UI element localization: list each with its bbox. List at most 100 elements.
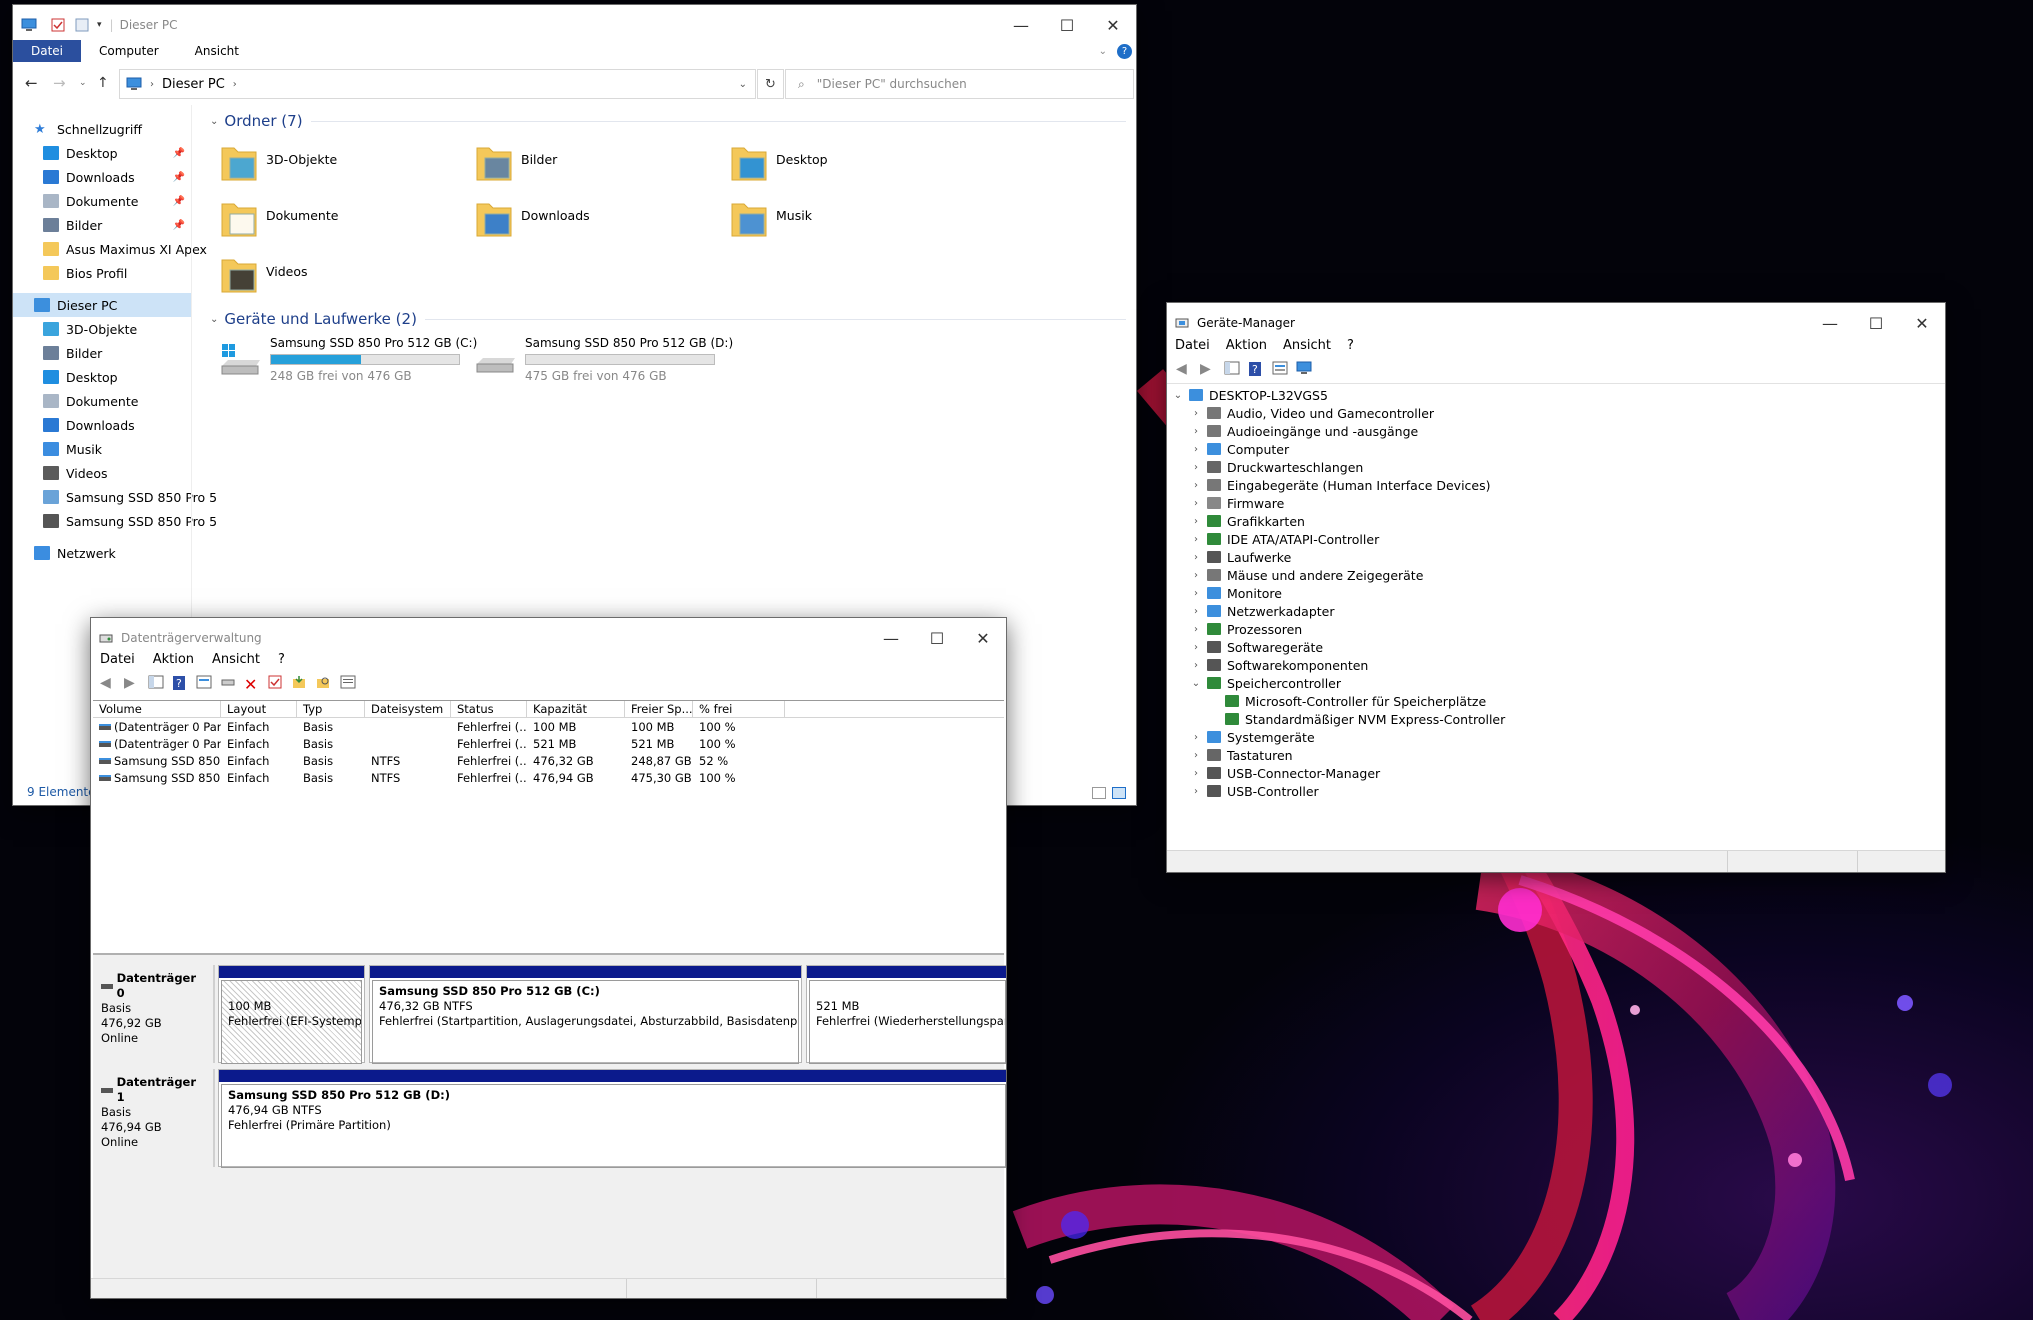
chevron-right-icon[interactable]: › (1189, 516, 1203, 527)
chevron-right-icon[interactable]: › (1189, 732, 1203, 743)
check-icon[interactable] (268, 675, 286, 691)
sidebar-item[interactable]: Netzwerk (13, 541, 191, 565)
sidebar-item[interactable]: ★ Schnellzugriff (13, 117, 191, 141)
column-header[interactable]: Kapazität (527, 700, 625, 718)
forward-icon[interactable]: ▶ (124, 675, 142, 691)
sidebar-item[interactable]: Asus Maximus XI Apex (13, 237, 207, 261)
refresh-button[interactable]: ↻ (757, 69, 784, 99)
list-view-icon[interactable] (340, 675, 358, 691)
chevron-right-icon[interactable]: › (1189, 624, 1203, 635)
pin-icon[interactable]: 📌 (173, 196, 185, 207)
expand-ribbon-icon[interactable]: ⌄ (1099, 46, 1107, 57)
sidebar-item[interactable]: Desktop 📌 (13, 141, 191, 165)
sidebar-item[interactable]: Dokumente 📌 (13, 189, 191, 213)
tree-node[interactable]: › Tastaturen (1167, 746, 1945, 764)
tab-computer[interactable]: Computer (81, 40, 177, 62)
folders-group-header[interactable]: ⌄ Ordner (7) (210, 112, 1126, 130)
chevron-right-icon[interactable]: › (1189, 642, 1203, 653)
chevron-down-icon[interactable]: ⌄ (1189, 678, 1203, 689)
back-icon[interactable]: ← (25, 74, 38, 92)
chevron-right-icon[interactable]: › (1189, 588, 1203, 599)
chevron-right-icon[interactable]: › (1189, 750, 1203, 761)
folder-tile[interactable]: Bilder (475, 140, 557, 182)
tree-node[interactable]: ⌄ Speichercontroller (1167, 674, 1945, 692)
folder-tile[interactable]: Desktop (730, 140, 828, 182)
sidebar-item[interactable]: Videos (13, 461, 191, 485)
tree-node[interactable]: › Laufwerke (1167, 548, 1945, 566)
properties-icon[interactable] (196, 675, 214, 691)
partition-block[interactable]: 100 MBFehlerfrei (EFI-Systempart (218, 965, 365, 1064)
sidebar-item[interactable]: Samsung SSD 850 Pro 5 (13, 485, 217, 509)
import-icon[interactable] (292, 675, 310, 691)
tree-node[interactable]: › Mäuse und andere Zeigegeräte (1167, 566, 1945, 584)
chevron-right-icon[interactable]: › (1189, 480, 1203, 491)
properties-icon[interactable] (1272, 361, 1290, 377)
tree-node[interactable]: › Firmware (1167, 494, 1945, 512)
menu-aktion[interactable]: Aktion (144, 652, 203, 667)
tree-node[interactable]: › Softwarekomponenten (1167, 656, 1945, 674)
pin-icon[interactable]: 📌 (173, 148, 185, 159)
drive-tile[interactable]: Samsung SSD 850 Pro 512 GB (D:) 475 GB fr… (475, 336, 733, 383)
help-icon[interactable]: ? (1117, 43, 1132, 59)
chevron-right-icon[interactable]: › (1189, 660, 1203, 671)
chevron-right-icon[interactable]: › (1189, 534, 1203, 545)
show-hide-console-tree-icon[interactable] (1224, 361, 1242, 377)
chevron-right-icon[interactable]: › (1189, 552, 1203, 563)
tab-ansicht[interactable]: Ansicht (177, 40, 257, 62)
chevron-right-icon[interactable]: › (1189, 768, 1203, 779)
tree-node[interactable]: › Druckwarteschlangen (1167, 458, 1945, 476)
chevron-right-icon[interactable]: › (1189, 570, 1203, 581)
breadcrumb-chevron-icon[interactable]: › (233, 79, 237, 90)
sidebar-item[interactable]: Dieser PC (13, 293, 191, 317)
tree-node[interactable]: › USB-Controller (1167, 782, 1945, 800)
up-icon[interactable]: ↑ (97, 75, 109, 91)
menu-aktion[interactable]: Aktion (1218, 338, 1275, 353)
chevron-right-icon[interactable]: › (1189, 426, 1203, 437)
pin-icon[interactable]: 📌 (173, 220, 185, 231)
show-hide-console-tree-icon[interactable] (148, 675, 166, 691)
forward-icon[interactable]: ▶ (1200, 361, 1218, 377)
tree-node[interactable]: › Prozessoren (1167, 620, 1945, 638)
partition-block[interactable]: Samsung SSD 850 Pro 512 GB (D:) 476,94 GB… (218, 1069, 1006, 1168)
scan-hardware-icon[interactable] (1296, 361, 1314, 377)
chevron-right-icon[interactable]: › (1189, 498, 1203, 509)
column-header[interactable]: Volume (93, 700, 221, 718)
partition-block[interactable]: Samsung SSD 850 Pro 512 GB (C:) 476,32 GB… (369, 965, 802, 1064)
folder-tile[interactable]: Downloads (475, 196, 590, 238)
chevron-right-icon[interactable]: › (1189, 786, 1203, 797)
sidebar-item[interactable]: Downloads 📌 (13, 165, 191, 189)
sidebar-item[interactable]: Downloads (13, 413, 191, 437)
disk-label[interactable]: Datenträger 1 Basis 476,94 GB Online (93, 1069, 215, 1167)
address-dropdown-icon[interactable]: ⌄ (739, 79, 747, 90)
chevron-right-icon[interactable]: › (1189, 408, 1203, 419)
sidebar-item[interactable]: Desktop (13, 365, 191, 389)
back-icon[interactable]: ◀ (1176, 361, 1194, 377)
quick-access-dropdown-icon[interactable]: ▾ (97, 20, 102, 30)
menu-ansicht[interactable]: Ansicht (1275, 338, 1339, 353)
column-header[interactable]: Status (451, 700, 527, 718)
sidebar-item[interactable]: Bios Profil (13, 261, 191, 285)
tree-child-node[interactable]: Microsoft-Controller für Speicherplätze (1167, 692, 1945, 710)
tree-node[interactable]: › IDE ATA/ATAPI-Controller (1167, 530, 1945, 548)
connect-icon[interactable] (220, 675, 238, 691)
new-folder-icon[interactable] (75, 18, 89, 33)
sidebar-item[interactable]: Bilder 📌 (13, 213, 191, 237)
tree-child-node[interactable]: Standardmäßiger NVM Express-Controller (1167, 710, 1945, 728)
tree-node[interactable]: › Computer (1167, 440, 1945, 458)
menu-datei[interactable]: Datei (91, 652, 144, 667)
chevron-down-icon[interactable]: ⌄ (1171, 390, 1185, 401)
tree-node[interactable]: › Eingabegeräte (Human Interface Devices) (1167, 476, 1945, 494)
menu-help[interactable]: ? (1339, 338, 1362, 353)
back-icon[interactable]: ◀ (100, 675, 118, 691)
help-book-icon[interactable]: ? (172, 675, 190, 691)
column-header[interactable]: Layout (221, 700, 297, 718)
menu-datei[interactable]: Datei (1167, 338, 1218, 353)
delete-icon[interactable]: ✕ (244, 675, 262, 694)
breadcrumb-item[interactable]: Dieser PC (162, 77, 225, 92)
partition-block[interactable]: 521 MB Fehlerfrei (Wiederherstellungspart… (806, 965, 1006, 1064)
table-row[interactable]: Samsung SSD 850 ... Einfach Basis NTFS Fehle… (93, 752, 1004, 769)
maximize-button[interactable]: ☐ (1044, 5, 1090, 45)
chevron-right-icon[interactable]: › (1189, 444, 1203, 455)
tab-datei[interactable]: Datei (13, 40, 82, 62)
large-icons-view-icon[interactable] (1112, 787, 1126, 799)
